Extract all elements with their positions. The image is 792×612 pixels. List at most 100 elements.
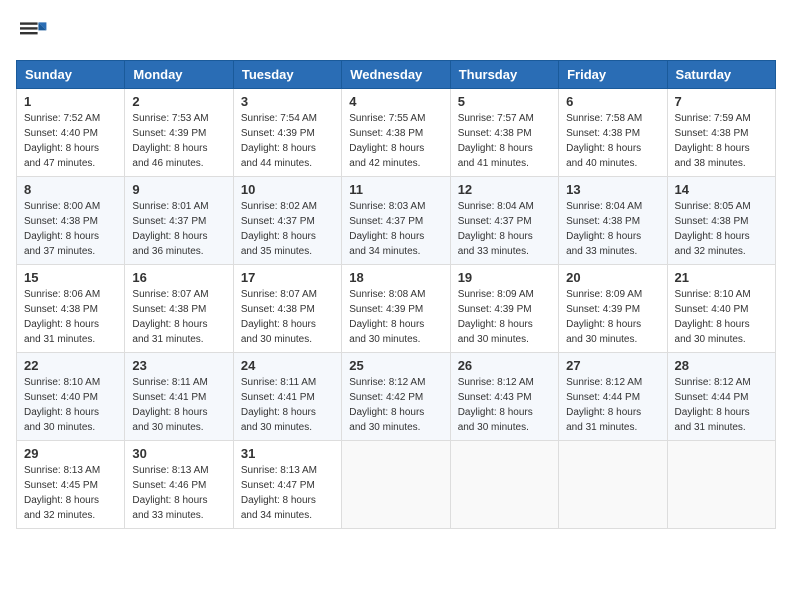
calendar-cell: 10 Sunrise: 8:02 AM Sunset: 4:37 PM Dayl… [233,177,341,265]
day-number: 8 [24,182,117,197]
calendar-header-saturday: Saturday [667,61,775,89]
day-number: 24 [241,358,334,373]
calendar-cell: 11 Sunrise: 8:03 AM Sunset: 4:37 PM Dayl… [342,177,450,265]
day-number: 20 [566,270,659,285]
calendar-cell: 14 Sunrise: 8:05 AM Sunset: 4:38 PM Dayl… [667,177,775,265]
calendar-cell: 8 Sunrise: 8:00 AM Sunset: 4:38 PM Dayli… [17,177,125,265]
calendar-cell: 27 Sunrise: 8:12 AM Sunset: 4:44 PM Dayl… [559,353,667,441]
day-info: Sunrise: 8:10 AM Sunset: 4:40 PM Dayligh… [24,375,117,435]
day-number: 12 [458,182,551,197]
calendar-header-tuesday: Tuesday [233,61,341,89]
day-number: 30 [132,446,225,461]
calendar-header-monday: Monday [125,61,233,89]
calendar-cell: 12 Sunrise: 8:04 AM Sunset: 4:37 PM Dayl… [450,177,558,265]
day-number: 27 [566,358,659,373]
calendar-cell [342,441,450,529]
calendar-cell: 1 Sunrise: 7:52 AM Sunset: 4:40 PM Dayli… [17,89,125,177]
day-info: Sunrise: 8:13 AM Sunset: 4:47 PM Dayligh… [241,463,334,523]
calendar-cell: 6 Sunrise: 7:58 AM Sunset: 4:38 PM Dayli… [559,89,667,177]
day-number: 16 [132,270,225,285]
calendar-cell: 18 Sunrise: 8:08 AM Sunset: 4:39 PM Dayl… [342,265,450,353]
day-info: Sunrise: 8:07 AM Sunset: 4:38 PM Dayligh… [132,287,225,347]
calendar-body: 1 Sunrise: 7:52 AM Sunset: 4:40 PM Dayli… [17,89,776,529]
day-number: 29 [24,446,117,461]
day-number: 3 [241,94,334,109]
day-number: 26 [458,358,551,373]
calendar-cell: 7 Sunrise: 7:59 AM Sunset: 4:38 PM Dayli… [667,89,775,177]
day-number: 21 [675,270,768,285]
calendar-cell: 3 Sunrise: 7:54 AM Sunset: 4:39 PM Dayli… [233,89,341,177]
day-number: 25 [349,358,442,373]
day-info: Sunrise: 8:09 AM Sunset: 4:39 PM Dayligh… [566,287,659,347]
day-info: Sunrise: 8:10 AM Sunset: 4:40 PM Dayligh… [675,287,768,347]
logo-icon [16,16,48,48]
calendar: SundayMondayTuesdayWednesdayThursdayFrid… [16,60,776,529]
calendar-header-sunday: Sunday [17,61,125,89]
day-number: 14 [675,182,768,197]
day-number: 13 [566,182,659,197]
calendar-cell: 15 Sunrise: 8:06 AM Sunset: 4:38 PM Dayl… [17,265,125,353]
calendar-cell: 30 Sunrise: 8:13 AM Sunset: 4:46 PM Dayl… [125,441,233,529]
day-number: 1 [24,94,117,109]
calendar-cell: 13 Sunrise: 8:04 AM Sunset: 4:38 PM Dayl… [559,177,667,265]
day-info: Sunrise: 8:01 AM Sunset: 4:37 PM Dayligh… [132,199,225,259]
calendar-cell [559,441,667,529]
calendar-week-3: 15 Sunrise: 8:06 AM Sunset: 4:38 PM Dayl… [17,265,776,353]
day-info: Sunrise: 7:53 AM Sunset: 4:39 PM Dayligh… [132,111,225,171]
day-info: Sunrise: 7:58 AM Sunset: 4:38 PM Dayligh… [566,111,659,171]
calendar-cell: 16 Sunrise: 8:07 AM Sunset: 4:38 PM Dayl… [125,265,233,353]
day-number: 10 [241,182,334,197]
day-info: Sunrise: 7:57 AM Sunset: 4:38 PM Dayligh… [458,111,551,171]
calendar-cell: 9 Sunrise: 8:01 AM Sunset: 4:37 PM Dayli… [125,177,233,265]
day-number: 31 [241,446,334,461]
day-info: Sunrise: 8:09 AM Sunset: 4:39 PM Dayligh… [458,287,551,347]
calendar-cell: 5 Sunrise: 7:57 AM Sunset: 4:38 PM Dayli… [450,89,558,177]
day-info: Sunrise: 8:12 AM Sunset: 4:43 PM Dayligh… [458,375,551,435]
day-number: 11 [349,182,442,197]
day-number: 5 [458,94,551,109]
day-info: Sunrise: 8:06 AM Sunset: 4:38 PM Dayligh… [24,287,117,347]
calendar-week-5: 29 Sunrise: 8:13 AM Sunset: 4:45 PM Dayl… [17,441,776,529]
calendar-cell: 20 Sunrise: 8:09 AM Sunset: 4:39 PM Dayl… [559,265,667,353]
day-info: Sunrise: 8:12 AM Sunset: 4:44 PM Dayligh… [675,375,768,435]
calendar-cell [667,441,775,529]
calendar-cell: 31 Sunrise: 8:13 AM Sunset: 4:47 PM Dayl… [233,441,341,529]
day-info: Sunrise: 8:12 AM Sunset: 4:42 PM Dayligh… [349,375,442,435]
day-info: Sunrise: 8:04 AM Sunset: 4:38 PM Dayligh… [566,199,659,259]
day-info: Sunrise: 8:11 AM Sunset: 4:41 PM Dayligh… [241,375,334,435]
day-info: Sunrise: 7:55 AM Sunset: 4:38 PM Dayligh… [349,111,442,171]
day-info: Sunrise: 8:08 AM Sunset: 4:39 PM Dayligh… [349,287,442,347]
day-number: 2 [132,94,225,109]
calendar-header-wednesday: Wednesday [342,61,450,89]
calendar-cell: 21 Sunrise: 8:10 AM Sunset: 4:40 PM Dayl… [667,265,775,353]
day-info: Sunrise: 8:02 AM Sunset: 4:37 PM Dayligh… [241,199,334,259]
day-number: 19 [458,270,551,285]
calendar-cell: 2 Sunrise: 7:53 AM Sunset: 4:39 PM Dayli… [125,89,233,177]
day-number: 22 [24,358,117,373]
day-number: 4 [349,94,442,109]
calendar-cell: 25 Sunrise: 8:12 AM Sunset: 4:42 PM Dayl… [342,353,450,441]
day-info: Sunrise: 8:00 AM Sunset: 4:38 PM Dayligh… [24,199,117,259]
day-number: 23 [132,358,225,373]
calendar-week-1: 1 Sunrise: 7:52 AM Sunset: 4:40 PM Dayli… [17,89,776,177]
day-number: 9 [132,182,225,197]
calendar-cell: 4 Sunrise: 7:55 AM Sunset: 4:38 PM Dayli… [342,89,450,177]
day-info: Sunrise: 8:07 AM Sunset: 4:38 PM Dayligh… [241,287,334,347]
day-number: 18 [349,270,442,285]
day-info: Sunrise: 7:52 AM Sunset: 4:40 PM Dayligh… [24,111,117,171]
calendar-cell: 28 Sunrise: 8:12 AM Sunset: 4:44 PM Dayl… [667,353,775,441]
calendar-cell: 19 Sunrise: 8:09 AM Sunset: 4:39 PM Dayl… [450,265,558,353]
calendar-header-thursday: Thursday [450,61,558,89]
day-number: 17 [241,270,334,285]
day-info: Sunrise: 8:05 AM Sunset: 4:38 PM Dayligh… [675,199,768,259]
day-number: 15 [24,270,117,285]
header [16,16,776,48]
calendar-cell [450,441,558,529]
calendar-cell: 24 Sunrise: 8:11 AM Sunset: 4:41 PM Dayl… [233,353,341,441]
day-number: 28 [675,358,768,373]
calendar-cell: 26 Sunrise: 8:12 AM Sunset: 4:43 PM Dayl… [450,353,558,441]
day-info: Sunrise: 8:03 AM Sunset: 4:37 PM Dayligh… [349,199,442,259]
day-number: 7 [675,94,768,109]
calendar-cell: 23 Sunrise: 8:11 AM Sunset: 4:41 PM Dayl… [125,353,233,441]
calendar-cell: 22 Sunrise: 8:10 AM Sunset: 4:40 PM Dayl… [17,353,125,441]
